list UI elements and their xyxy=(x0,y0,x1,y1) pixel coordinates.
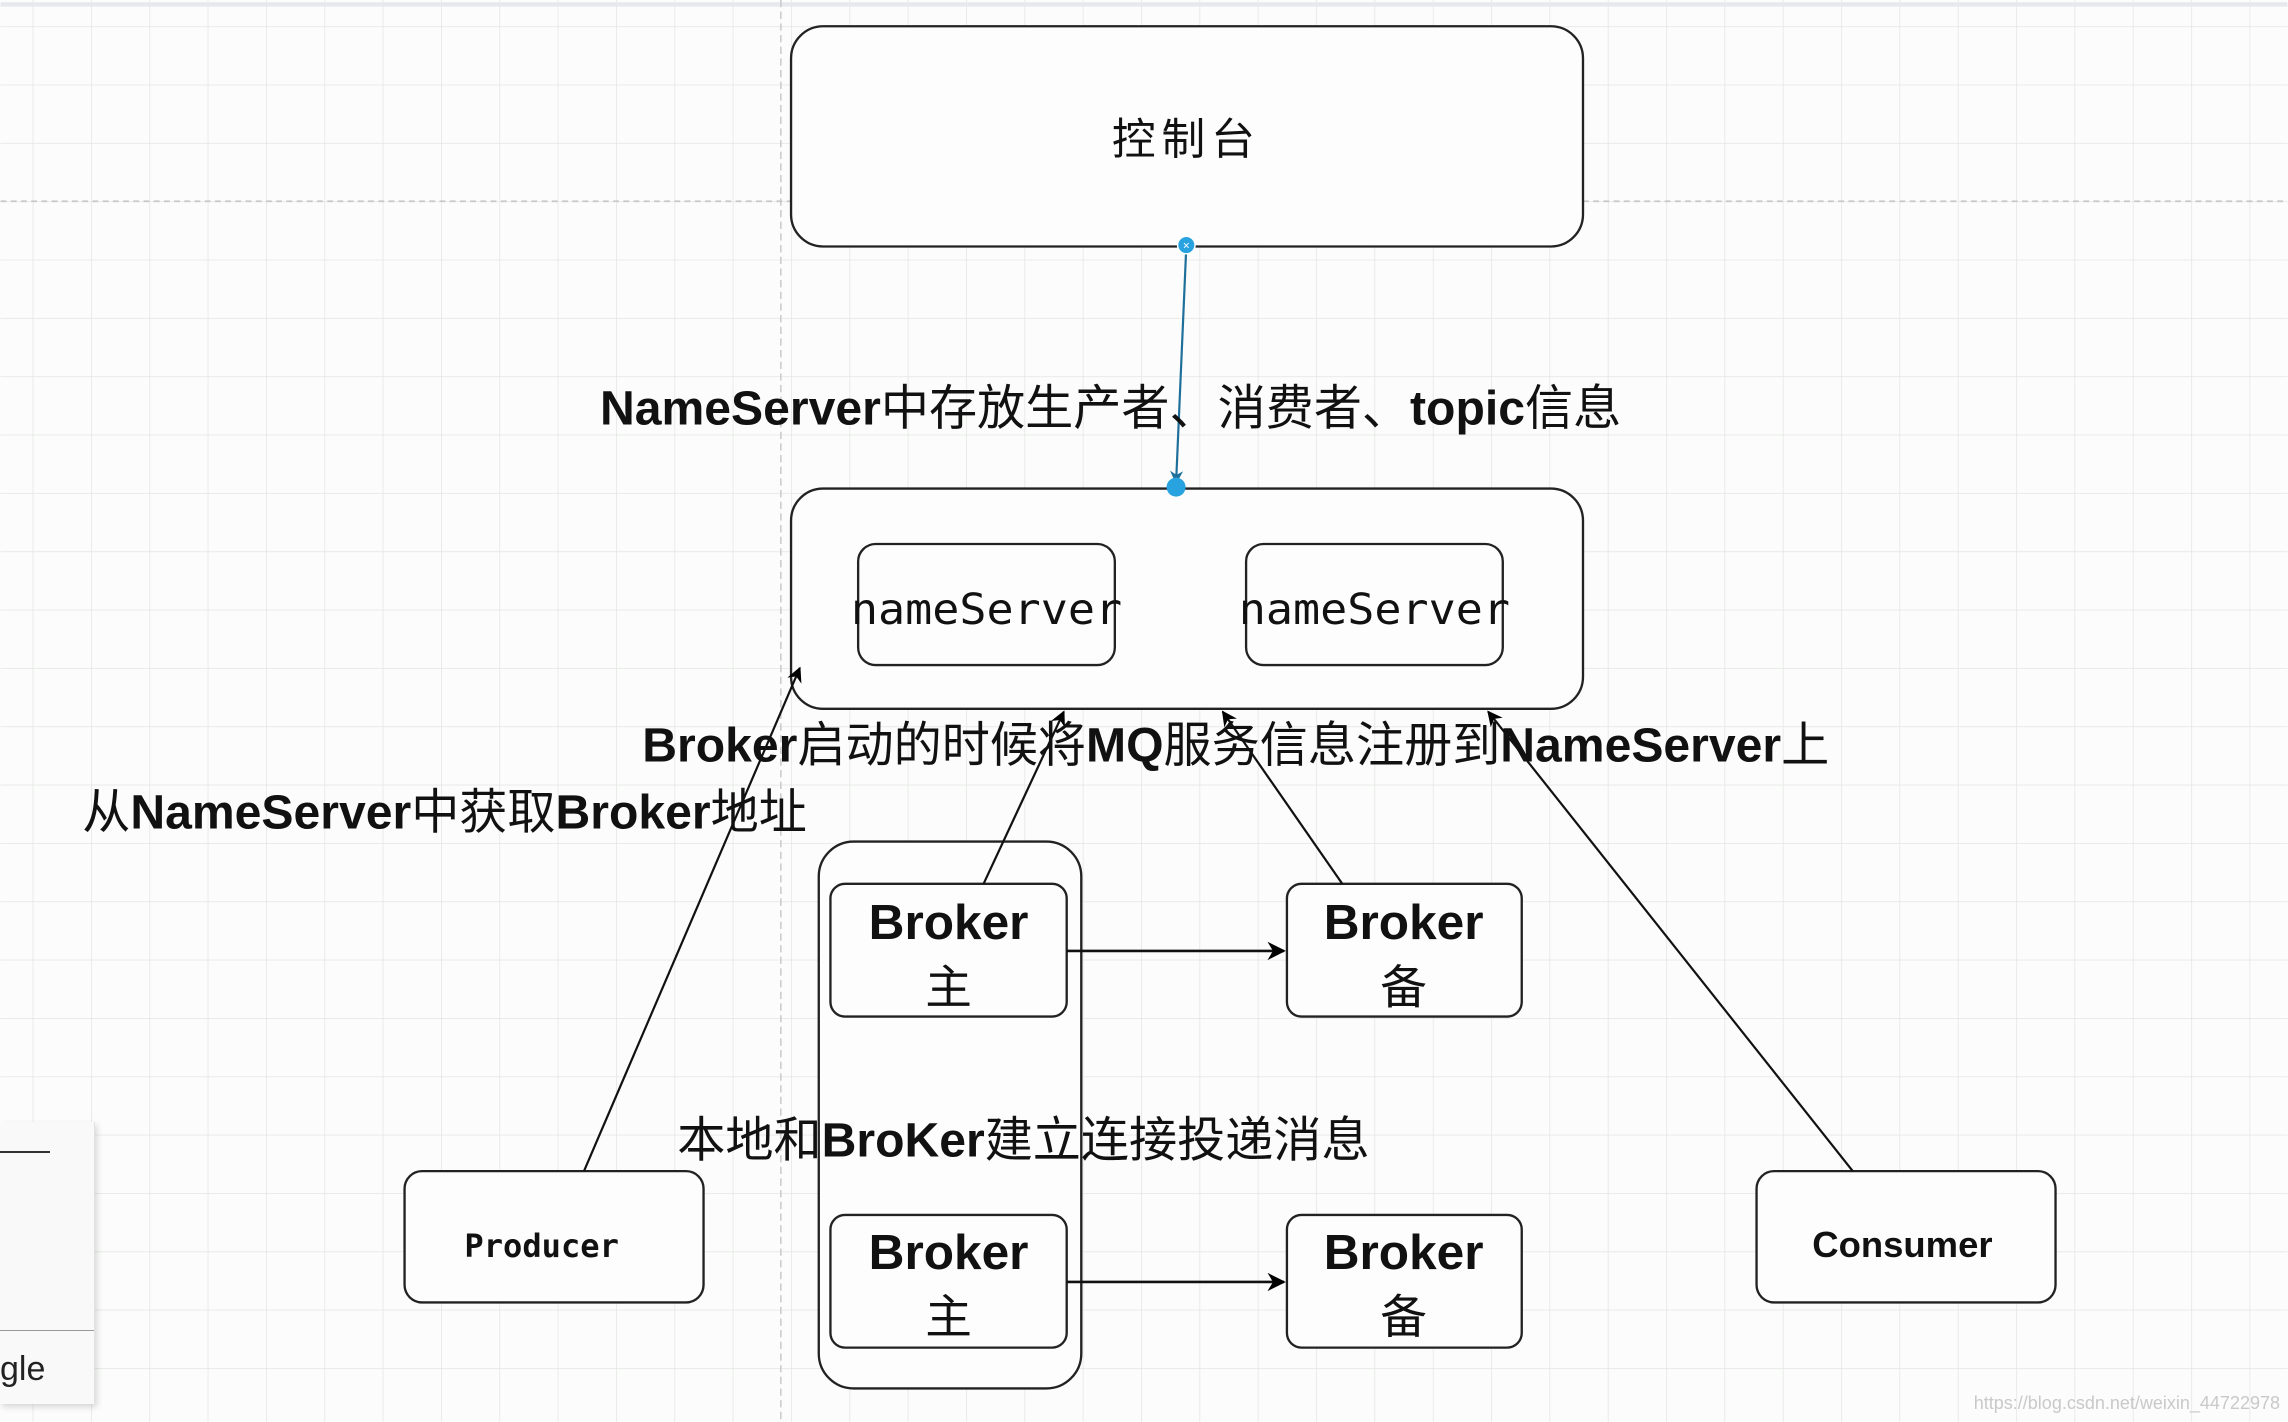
broker-slave-node[interactable]: Broker 备 xyxy=(1285,882,1523,1018)
annotation-text-run: topic xyxy=(1410,381,1525,435)
broker-master-node[interactable]: Broker 主 xyxy=(829,1213,1068,1349)
broker-role: 主 xyxy=(925,961,972,1015)
annotation-text-run: 地址 xyxy=(711,784,807,840)
annotation-text-run: Broker xyxy=(556,785,711,839)
annotation-text-run: NameServer xyxy=(600,381,881,435)
annotation-text-run: NameServer xyxy=(130,785,411,839)
broker-role: 主 xyxy=(925,1291,972,1345)
nameserver-node[interactable]: nameServer xyxy=(1239,542,1510,667)
nameserver-cluster[interactable]: nameServer nameServer xyxy=(789,487,1585,710)
annotation-text-run: 从 xyxy=(82,784,130,840)
nameserver-node[interactable]: nameServer xyxy=(851,542,1122,667)
annotation-broker-register: Broker启动的时候将MQ服务信息注册到NameServer上 xyxy=(642,717,1829,773)
annotation-text-run: MQ xyxy=(1086,718,1164,772)
broker-master-node[interactable]: Broker 主 xyxy=(829,882,1068,1018)
annotation-text-run: 服务信息注册到 xyxy=(1164,717,1501,773)
edge-target-handle[interactable] xyxy=(1166,477,1186,497)
annotation-text-run: 启动的时候将 xyxy=(797,717,1086,773)
console-node[interactable]: 控制台 xyxy=(789,25,1585,248)
broker-name: Broker xyxy=(869,1224,1029,1280)
annotation-text-run: 中存放生产者、消费者、 xyxy=(881,380,1410,436)
broker-role: 备 xyxy=(1380,1291,1427,1345)
annotation-text-run: Broker xyxy=(642,718,797,772)
side-panel-divider xyxy=(0,1330,94,1331)
broker-name: Broker xyxy=(869,894,1029,950)
annotation-text-run: 上 xyxy=(1781,717,1829,773)
handle-x-icon: × xyxy=(1183,239,1190,252)
annotation-text-run: 中获取 xyxy=(411,784,555,840)
annotation-text-run: BroKer xyxy=(822,1114,985,1168)
annotation-connect-deliver: 本地和BroKer建立连接投递消息 xyxy=(677,1113,1369,1169)
annotation-nameserver-store: NameServer中存放生产者、消费者、topic信息 xyxy=(600,380,1621,436)
broker-role: 备 xyxy=(1380,961,1427,1015)
annotation-get-broker-address: 从NameServer中获取Broker地址 xyxy=(82,784,807,840)
side-panel-label[interactable]: gle xyxy=(0,1350,45,1389)
console-label: 控制台 xyxy=(1112,115,1261,166)
nameserver-node-label: nameServer xyxy=(851,585,1122,634)
nameserver-node-label: nameServer xyxy=(1239,585,1510,634)
side-panel[interactable]: gle xyxy=(0,1122,95,1404)
broker-slave-node[interactable]: Broker 备 xyxy=(1285,1213,1523,1349)
consumer-node[interactable]: Consumer xyxy=(1755,1169,2057,1304)
annotation-text-run: NameServer xyxy=(1500,718,1781,772)
side-panel-line xyxy=(0,1151,50,1153)
annotation-text-run: 信息 xyxy=(1525,380,1621,436)
annotation-text-run: 本地和 xyxy=(677,1113,821,1169)
diagram-canvas[interactable]: 控制台 nameServer nameServer Broker 主 Broke… xyxy=(0,0,2288,1422)
annotation-text-run: 建立连接投递消息 xyxy=(985,1113,1370,1169)
broker-name: Broker xyxy=(1324,1224,1484,1280)
broker-name: Broker xyxy=(1324,894,1484,950)
watermark: https://blog.csdn.net/weixin_44722978 xyxy=(1973,1393,2280,1413)
producer-label: Producer xyxy=(464,1227,619,1265)
consumer-label: Consumer xyxy=(1812,1224,1992,1265)
producer-node[interactable]: Producer xyxy=(403,1169,705,1304)
